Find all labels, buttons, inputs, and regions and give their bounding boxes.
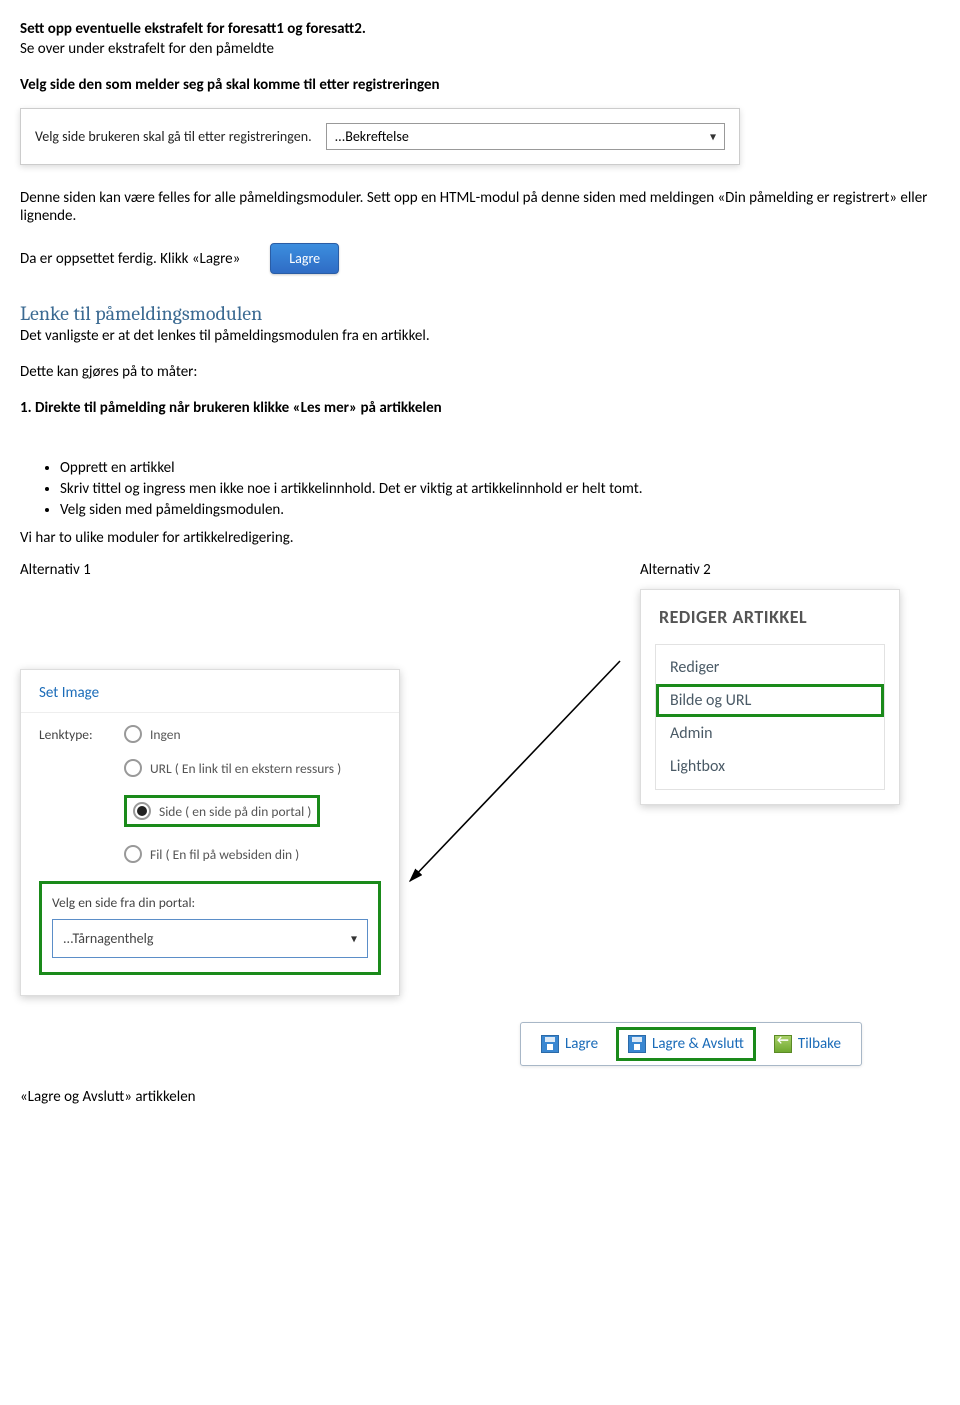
lenktype-label: Lenktype: (39, 726, 124, 743)
set-image-title: Set Image (21, 670, 399, 713)
bullet-3: Velg siden med påmeldingsmodulen. (60, 501, 940, 519)
heading-velg-side: Velg side den som melder seg på skal kom… (20, 76, 940, 94)
alt1-label: Alternativ 1 (20, 561, 600, 579)
subtext-extrafields: Se over under ekstrafelt for den påmeldt… (20, 40, 940, 58)
bullet-2: Skriv tittel og ingress men ikke noe i a… (60, 480, 940, 498)
panel2-title: REDIGER ARTIKKEL (641, 590, 899, 638)
toolbar-lagre-avslutt-label: Lagre & Avslutt (652, 1035, 744, 1053)
rediger-artikkel-panel: REDIGER ARTIKKEL Rediger Bilde og URL Ad… (640, 589, 900, 805)
reg-select-panel: Velg side brukeren skal gå til etter reg… (20, 108, 740, 165)
toolbar-tilbake-label: Tilbake (798, 1035, 841, 1053)
radio-side[interactable] (133, 802, 151, 820)
heading-extrafields: Sett opp eventuelle ekstrafelt for fores… (20, 20, 940, 38)
radio-ingen-label: Ingen (150, 726, 181, 743)
heading-lenke-modul: Lenke til påmeldingsmodulen (20, 302, 940, 325)
bullet-1: Opprett en artikkel (60, 459, 940, 477)
two-modules-text: Vi har to ulike moduler for artikkelredi… (20, 529, 940, 547)
set-image-panel: Set Image Lenktype: Ingen URL ( En link … (20, 669, 400, 996)
link-intro: Det vanligste er at det lenkes til påmel… (20, 327, 940, 345)
portal-label: Velg en side fra din portal: (52, 894, 368, 911)
radio-url-label: URL ( En link til en ekstern ressurs ) (150, 760, 341, 777)
paragraph-html-module: Denne siden kan være felles for alle påm… (20, 189, 940, 225)
back-icon (774, 1035, 792, 1053)
final-instruction: «Lagre og Avslutt» artikkelen (20, 1088, 940, 1106)
toolbar-lagre-avslutt[interactable]: Lagre & Avslutt (620, 1031, 752, 1057)
lagre-button[interactable]: Lagre (270, 243, 339, 274)
toolbar-lagre[interactable]: Lagre (533, 1031, 606, 1057)
radio-url[interactable] (124, 759, 142, 777)
bullet-list: Opprett en artikkel Skriv tittel og ingr… (60, 459, 940, 519)
panel2-item-lightbox[interactable]: Lightbox (656, 750, 884, 783)
toolbar-tilbake[interactable]: Tilbake (766, 1031, 849, 1057)
save-icon (541, 1035, 559, 1053)
radio-fil-label: Fil ( En fil på websiden din ) (150, 846, 299, 863)
reg-label: Velg side brukeren skal gå til etter reg… (35, 128, 312, 145)
arrow-icon (400, 541, 660, 921)
alt2-label: Alternativ 2 (640, 561, 940, 579)
panel2-item-rediger[interactable]: Rediger (656, 651, 884, 684)
way1-title: 1. Direkte til påmelding når brukeren kl… (20, 399, 940, 417)
portal-dropdown[interactable]: ...Tårnagenthelg (52, 919, 368, 958)
panel2-item-bilde-url[interactable]: Bilde og URL (656, 684, 884, 717)
save-icon (628, 1035, 646, 1053)
reg-dropdown[interactable]: ...Bekreftelse (326, 123, 725, 150)
radio-ingen[interactable] (124, 725, 142, 743)
paragraph-lagre: Da er oppsettet ferdig. Klikk «Lagre» (20, 250, 240, 268)
link-ways: Dette kan gjøres på to måter: (20, 363, 940, 381)
radio-side-label: Side ( en side på din portal ) (159, 803, 311, 820)
panel2-item-admin[interactable]: Admin (656, 717, 884, 750)
toolbar-lagre-label: Lagre (565, 1035, 598, 1053)
bottom-toolbar: Lagre Lagre & Avslutt Tilbake (520, 1022, 862, 1066)
radio-fil[interactable] (124, 845, 142, 863)
